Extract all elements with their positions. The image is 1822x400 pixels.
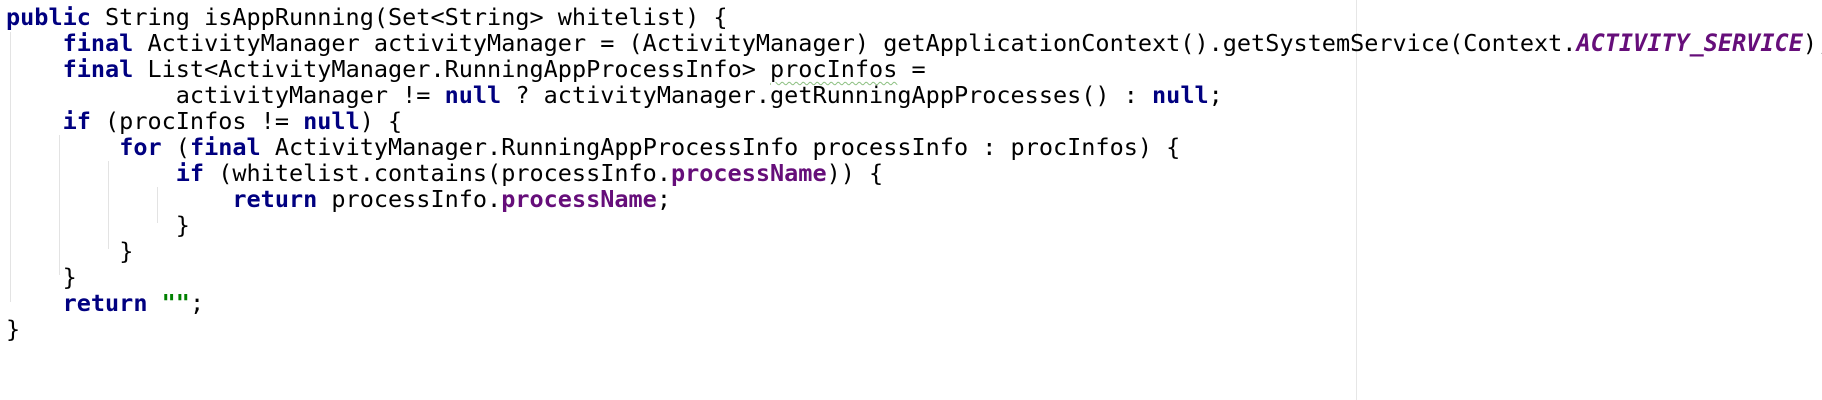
code-text: ActivityManager.RunningAppProcessInfo pr… [260,133,1181,161]
keyword-final: final [62,29,134,57]
code-text: ; [656,185,671,213]
variable-procinfos-warning[interactable]: procInfos [770,55,897,83]
closing-brace: } [175,211,190,239]
code-text: ; [189,289,205,317]
code-text: activityManager != [175,81,445,109]
closing-brace: } [6,315,21,343]
keyword-null: null [303,107,360,135]
code-text: (procInfos != [90,107,304,135]
code-text: ? activityManager.getRunningAppProcesses… [501,81,1153,109]
code-editor[interactable]: public String isAppRunning(Set<String> w… [0,0,1822,400]
keyword-for: for [119,133,162,161]
keyword-final: final [189,133,261,161]
code-text: ); [1802,29,1822,57]
right-margin-guide [1356,0,1357,400]
keyword-null: null [1152,81,1209,109]
code-text: )) { [826,159,884,187]
keyword-if: if [62,107,91,135]
keyword-final: final [62,55,134,83]
field-processname: processName [501,185,657,213]
code-text: ( [161,133,190,161]
code-line-13[interactable]: } [6,314,20,344]
code-text: = [897,55,926,83]
code-text: ; [1208,81,1223,109]
field-processname: processName [670,159,827,187]
closing-brace: } [119,237,134,265]
keyword-public: public [6,3,91,31]
keyword-if: if [175,159,205,187]
string-literal-empty: "" [161,289,190,317]
method-signature: String isAppRunning(Set<String> whitelis… [90,3,728,31]
keyword-null: null [444,81,502,109]
code-text: List<ActivityManager.RunningAppProcessIn… [133,55,771,83]
code-text: (whitelist.contains(processInfo. [204,159,671,187]
code-text: ActivityManager activityManager = (Activ… [133,29,1577,57]
constant-activity-service: ACTIVITY_SERVICE [1576,29,1803,57]
keyword-return: return [232,185,318,213]
keyword-return: return [62,289,148,317]
code-text: processInfo. [317,185,502,213]
code-line-12[interactable]: return ""; [6,288,205,318]
code-text: ) { [359,107,403,135]
closing-brace: } [62,263,77,291]
